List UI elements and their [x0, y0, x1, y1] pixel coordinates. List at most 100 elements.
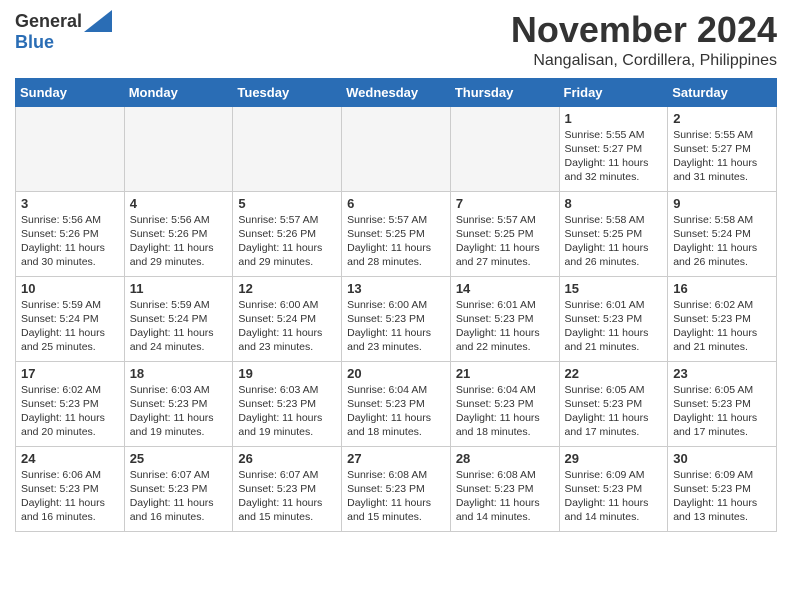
- day-number: 5: [238, 196, 336, 211]
- day-number: 27: [347, 451, 445, 466]
- day-info: Sunrise: 6:04 AM Sunset: 5:23 PM Dayligh…: [347, 383, 445, 440]
- header-day-friday: Friday: [559, 78, 668, 106]
- day-info: Sunrise: 6:04 AM Sunset: 5:23 PM Dayligh…: [456, 383, 554, 440]
- calendar-cell: 8 Sunrise: 5:58 AM Sunset: 5:25 PM Daylig…: [559, 191, 668, 276]
- calendar-cell: 26 Sunrise: 6:07 AM Sunset: 5:23 PM Dayli…: [233, 446, 342, 531]
- title-section: November 2024 Nangalisan, Cordillera, Ph…: [511, 10, 777, 70]
- calendar-week-0: 1 Sunrise: 5:55 AM Sunset: 5:27 PM Daylig…: [16, 106, 777, 191]
- day-info: Sunrise: 6:02 AM Sunset: 5:23 PM Dayligh…: [673, 298, 771, 355]
- day-info: Sunrise: 5:59 AM Sunset: 5:24 PM Dayligh…: [130, 298, 228, 355]
- day-info: Sunrise: 6:07 AM Sunset: 5:23 PM Dayligh…: [130, 468, 228, 525]
- header-day-tuesday: Tuesday: [233, 78, 342, 106]
- month-year-title: November 2024: [511, 10, 777, 50]
- calendar-cell: [124, 106, 233, 191]
- calendar-cell: 3 Sunrise: 5:56 AM Sunset: 5:26 PM Daylig…: [16, 191, 125, 276]
- day-number: 6: [347, 196, 445, 211]
- day-info: Sunrise: 6:02 AM Sunset: 5:23 PM Dayligh…: [21, 383, 119, 440]
- day-number: 8: [565, 196, 663, 211]
- calendar-cell: 13 Sunrise: 6:00 AM Sunset: 5:23 PM Dayli…: [342, 276, 451, 361]
- calendar-cell: 16Sunrise: 6:02 AM Sunset: 5:23 PM Dayli…: [668, 276, 777, 361]
- day-number: 4: [130, 196, 228, 211]
- day-info: Sunrise: 6:03 AM Sunset: 5:23 PM Dayligh…: [130, 383, 228, 440]
- day-number: 11: [130, 281, 228, 296]
- calendar-week-2: 10 Sunrise: 5:59 AM Sunset: 5:24 PM Dayli…: [16, 276, 777, 361]
- day-number: 26: [238, 451, 336, 466]
- day-number: 17: [21, 366, 119, 381]
- logo-blue-text: Blue: [15, 32, 54, 52]
- calendar-cell: 12 Sunrise: 6:00 AM Sunset: 5:24 PM Dayli…: [233, 276, 342, 361]
- day-number: 28: [456, 451, 554, 466]
- calendar-cell: 28Sunrise: 6:08 AM Sunset: 5:23 PM Dayli…: [450, 446, 559, 531]
- logo: General Blue: [15, 10, 112, 53]
- calendar-header: SundayMondayTuesdayWednesdayThursdayFrid…: [16, 78, 777, 106]
- header-day-monday: Monday: [124, 78, 233, 106]
- calendar-cell: [16, 106, 125, 191]
- day-number: 30: [673, 451, 771, 466]
- calendar-cell: 9Sunrise: 5:58 AM Sunset: 5:24 PM Daylig…: [668, 191, 777, 276]
- day-number: 18: [130, 366, 228, 381]
- day-info: Sunrise: 6:03 AM Sunset: 5:23 PM Dayligh…: [238, 383, 336, 440]
- calendar-cell: [233, 106, 342, 191]
- header-day-sunday: Sunday: [16, 78, 125, 106]
- day-number: 22: [565, 366, 663, 381]
- day-info: Sunrise: 6:08 AM Sunset: 5:23 PM Dayligh…: [347, 468, 445, 525]
- header-day-saturday: Saturday: [668, 78, 777, 106]
- calendar-cell: 14 Sunrise: 6:01 AM Sunset: 5:23 PM Dayli…: [450, 276, 559, 361]
- calendar-cell: [342, 106, 451, 191]
- calendar-cell: 2 Sunrise: 5:55 AM Sunset: 5:27 PM Daylig…: [668, 106, 777, 191]
- day-number: 12: [238, 281, 336, 296]
- calendar-cell: 1Sunrise: 5:55 AM Sunset: 5:27 PM Daylig…: [559, 106, 668, 191]
- day-number: 15: [565, 281, 663, 296]
- header-row: SundayMondayTuesdayWednesdayThursdayFrid…: [16, 78, 777, 106]
- calendar-cell: 4Sunrise: 5:56 AM Sunset: 5:26 PM Daylig…: [124, 191, 233, 276]
- day-info: Sunrise: 5:59 AM Sunset: 5:24 PM Dayligh…: [21, 298, 119, 355]
- day-info: Sunrise: 5:57 AM Sunset: 5:26 PM Dayligh…: [238, 213, 336, 270]
- calendar-cell: 18 Sunrise: 6:03 AM Sunset: 5:23 PM Dayli…: [124, 361, 233, 446]
- day-info: Sunrise: 6:05 AM Sunset: 5:23 PM Dayligh…: [673, 383, 771, 440]
- day-info: Sunrise: 6:05 AM Sunset: 5:23 PM Dayligh…: [565, 383, 663, 440]
- day-number: 13: [347, 281, 445, 296]
- page-header: General Blue November 2024 Nangalisan, C…: [15, 10, 777, 70]
- day-number: 3: [21, 196, 119, 211]
- day-info: Sunrise: 5:56 AM Sunset: 5:26 PM Dayligh…: [21, 213, 119, 270]
- day-number: 20: [347, 366, 445, 381]
- day-number: 1: [565, 111, 663, 126]
- header-day-wednesday: Wednesday: [342, 78, 451, 106]
- day-info: Sunrise: 6:01 AM Sunset: 5:23 PM Dayligh…: [565, 298, 663, 355]
- calendar-cell: 7Sunrise: 5:57 AM Sunset: 5:25 PM Daylig…: [450, 191, 559, 276]
- day-info: Sunrise: 6:00 AM Sunset: 5:23 PM Dayligh…: [347, 298, 445, 355]
- calendar-cell: [450, 106, 559, 191]
- calendar-cell: 30Sunrise: 6:09 AM Sunset: 5:23 PM Dayli…: [668, 446, 777, 531]
- day-info: Sunrise: 5:55 AM Sunset: 5:27 PM Dayligh…: [673, 128, 771, 185]
- day-info: Sunrise: 6:09 AM Sunset: 5:23 PM Dayligh…: [565, 468, 663, 525]
- logo-icon: [84, 10, 112, 32]
- calendar-cell: 24Sunrise: 6:06 AM Sunset: 5:23 PM Dayli…: [16, 446, 125, 531]
- day-info: Sunrise: 6:06 AM Sunset: 5:23 PM Dayligh…: [21, 468, 119, 525]
- calendar-cell: 27 Sunrise: 6:08 AM Sunset: 5:23 PM Dayli…: [342, 446, 451, 531]
- calendar-cell: 23 Sunrise: 6:05 AM Sunset: 5:23 PM Dayli…: [668, 361, 777, 446]
- calendar-table: SundayMondayTuesdayWednesdayThursdayFrid…: [15, 78, 777, 532]
- calendar-week-3: 17 Sunrise: 6:02 AM Sunset: 5:23 PM Dayli…: [16, 361, 777, 446]
- day-info: Sunrise: 6:07 AM Sunset: 5:23 PM Dayligh…: [238, 468, 336, 525]
- day-number: 25: [130, 451, 228, 466]
- calendar-cell: 6 Sunrise: 5:57 AM Sunset: 5:25 PM Daylig…: [342, 191, 451, 276]
- calendar-cell: 22 Sunrise: 6:05 AM Sunset: 5:23 PM Dayli…: [559, 361, 668, 446]
- calendar-cell: 25 Sunrise: 6:07 AM Sunset: 5:23 PM Dayli…: [124, 446, 233, 531]
- day-number: 2: [673, 111, 771, 126]
- calendar-cell: 15 Sunrise: 6:01 AM Sunset: 5:23 PM Dayli…: [559, 276, 668, 361]
- day-number: 7: [456, 196, 554, 211]
- day-number: 21: [456, 366, 554, 381]
- day-number: 9: [673, 196, 771, 211]
- calendar-cell: 11 Sunrise: 5:59 AM Sunset: 5:24 PM Dayli…: [124, 276, 233, 361]
- day-info: Sunrise: 6:01 AM Sunset: 5:23 PM Dayligh…: [456, 298, 554, 355]
- day-number: 14: [456, 281, 554, 296]
- day-number: 23: [673, 366, 771, 381]
- day-number: 10: [21, 281, 119, 296]
- header-day-thursday: Thursday: [450, 78, 559, 106]
- calendar-cell: 5 Sunrise: 5:57 AM Sunset: 5:26 PM Daylig…: [233, 191, 342, 276]
- day-info: Sunrise: 5:58 AM Sunset: 5:25 PM Dayligh…: [565, 213, 663, 270]
- day-info: Sunrise: 5:57 AM Sunset: 5:25 PM Dayligh…: [347, 213, 445, 270]
- calendar-week-1: 3 Sunrise: 5:56 AM Sunset: 5:26 PM Daylig…: [16, 191, 777, 276]
- calendar-body: 1 Sunrise: 5:55 AM Sunset: 5:27 PM Daylig…: [16, 106, 777, 531]
- day-info: Sunrise: 6:00 AM Sunset: 5:24 PM Dayligh…: [238, 298, 336, 355]
